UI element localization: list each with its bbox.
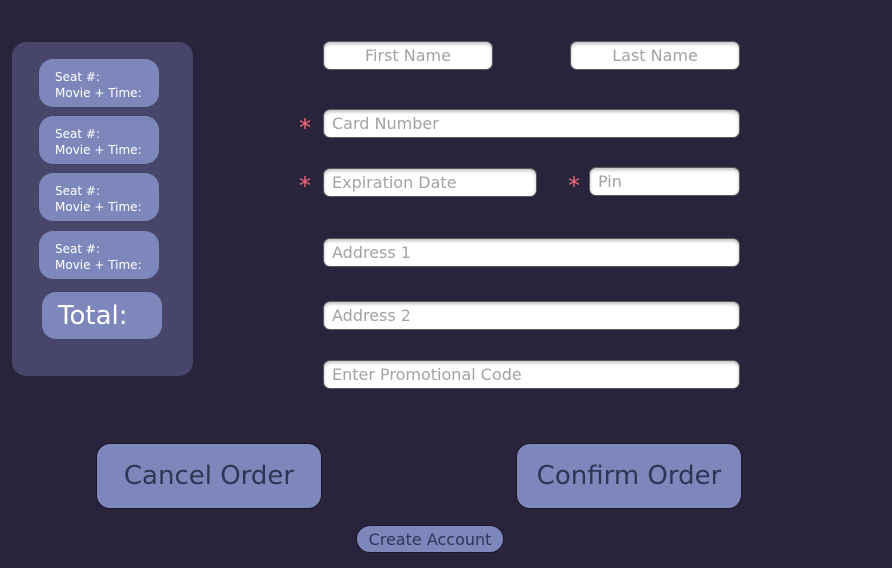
first-name-input[interactable] <box>323 41 493 70</box>
required-asterisk: * <box>299 114 311 142</box>
movie-time-label: Movie + Time: <box>55 258 142 272</box>
required-asterisk: * <box>568 172 580 200</box>
seat-label: Seat #: <box>55 127 100 141</box>
seat-card-4: Seat #: Movie + Time: <box>39 231 159 279</box>
address2-input[interactable] <box>323 301 740 330</box>
card-number-input[interactable] <box>323 109 740 138</box>
required-asterisk: * <box>299 172 311 200</box>
total-label: Total: <box>42 292 162 339</box>
movie-time-label: Movie + Time: <box>55 143 142 157</box>
seat-card-2: Seat #: Movie + Time: <box>39 116 159 164</box>
pin-input[interactable] <box>589 167 740 196</box>
movie-time-label: Movie + Time: <box>55 86 142 100</box>
create-account-button[interactable]: Create Account <box>356 525 504 553</box>
confirm-order-button[interactable]: Confirm Order <box>516 443 742 509</box>
expiration-date-input[interactable] <box>323 168 537 197</box>
promo-code-input[interactable] <box>323 360 740 389</box>
seat-label: Seat #: <box>55 70 100 84</box>
seat-card-1: Seat #: Movie + Time: <box>39 59 159 107</box>
seat-label: Seat #: <box>55 184 100 198</box>
seat-card-3: Seat #: Movie + Time: <box>39 173 159 221</box>
seat-label: Seat #: <box>55 242 100 256</box>
movie-time-label: Movie + Time: <box>55 200 142 214</box>
cancel-order-button[interactable]: Cancel Order <box>96 443 322 509</box>
last-name-input[interactable] <box>570 41 740 70</box>
address1-input[interactable] <box>323 238 740 267</box>
